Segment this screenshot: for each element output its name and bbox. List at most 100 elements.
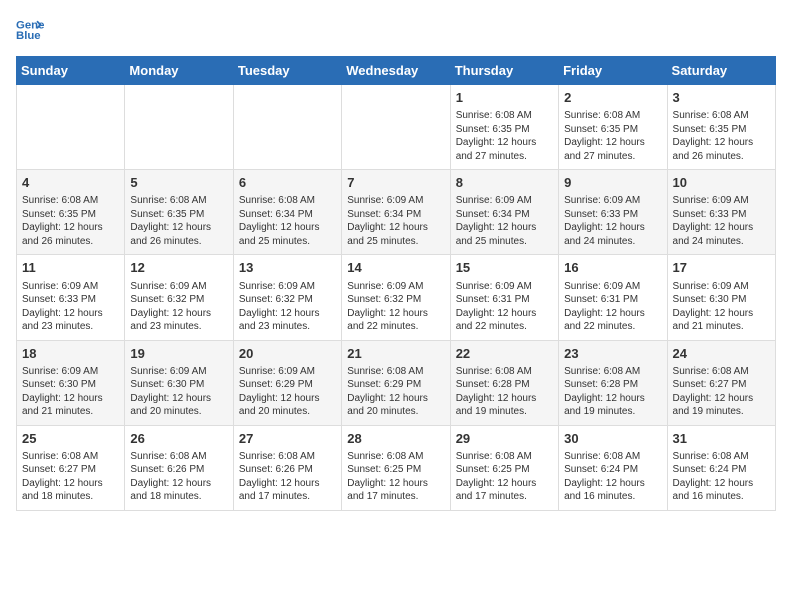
day-header-saturday: Saturday [667,57,775,85]
day-number: 4 [22,174,119,192]
day-info: Sunrise: 6:08 AM Sunset: 6:35 PM Dayligh… [456,109,553,163]
day-cell: 20Sunrise: 6:09 AM Sunset: 6:29 PM Dayli… [233,340,341,425]
day-cell: 22 Sunrise: 6:08 AM Sunset: 6:28 PM Dayli… [450,340,558,425]
week-row-2: 11 Sunrise: 6:09 AM Sunset: 6:33 PM Dayli… [17,255,776,340]
day-info: Sunrise: 6:09 AM Sunset: 6:34 PM Dayligh… [347,194,444,248]
day-number: 19 [130,345,227,363]
day-cell: 25 Sunrise: 6:08 AM Sunset: 6:27 PM Dayli… [17,425,125,510]
day-cell: 5 Sunrise: 6:08 AM Sunset: 6:35 PM Daylig… [125,170,233,255]
day-cell: 18 Sunrise: 6:09 AM Sunset: 6:30 PM Dayli… [17,340,125,425]
week-row-3: 18 Sunrise: 6:09 AM Sunset: 6:30 PM Dayli… [17,340,776,425]
day-info: Sunrise: 6:08 AM Sunset: 6:26 PM Dayligh… [130,450,227,504]
day-info: Sunrise: 6:09 AM Sunset: 6:33 PM Dayligh… [22,280,119,334]
day-cell [342,85,450,170]
day-cell: 6 Sunrise: 6:08 AM Sunset: 6:34 PM Daylig… [233,170,341,255]
day-info: Sunrise: 6:09 AM Sunset: 6:31 PM Dayligh… [564,280,661,334]
calendar-table: SundayMondayTuesdayWednesdayThursdayFrid… [16,56,776,511]
day-cell: 9 Sunrise: 6:09 AM Sunset: 6:33 PM Daylig… [559,170,667,255]
day-info: Sunrise: 6:09 AM Sunset: 6:32 PM Dayligh… [130,280,227,334]
svg-text:Blue: Blue [16,30,41,42]
day-number: 22 [456,345,553,363]
day-cell: 23 Sunrise: 6:08 AM Sunset: 6:28 PM Dayli… [559,340,667,425]
day-number: 25 [22,430,119,448]
day-cell [17,85,125,170]
day-number: 14 [347,259,444,277]
day-info: Sunrise: 6:08 AM Sunset: 6:28 PM Dayligh… [564,365,661,419]
day-number: 11 [22,259,119,277]
day-info: Sunrise: 6:09 AM Sunset: 6:30 PM Dayligh… [22,365,119,419]
day-number: 27 [239,430,336,448]
day-number: 13 [239,259,336,277]
day-cell: 21 Sunrise: 6:08 AM Sunset: 6:29 PM Dayli… [342,340,450,425]
day-number: 7 [347,174,444,192]
day-info: Sunrise: 6:08 AM Sunset: 6:35 PM Dayligh… [22,194,119,248]
day-info: Sunrise: 6:09 AM Sunset: 6:33 PM Dayligh… [673,194,770,248]
day-info: Sunrise: 6:08 AM Sunset: 6:27 PM Dayligh… [22,450,119,504]
day-number: 18 [22,345,119,363]
day-header-monday: Monday [125,57,233,85]
day-info: Sunrise: 6:08 AM Sunset: 6:35 PM Dayligh… [130,194,227,248]
day-info: Sunrise: 6:08 AM Sunset: 6:35 PM Dayligh… [673,109,770,163]
day-info: Sunrise: 6:08 AM Sunset: 6:25 PM Dayligh… [456,450,553,504]
day-cell: 24Sunrise: 6:08 AM Sunset: 6:27 PM Dayli… [667,340,775,425]
day-cell: 16 Sunrise: 6:09 AM Sunset: 6:31 PM Dayli… [559,255,667,340]
day-info: Sunrise: 6:09 AM Sunset: 6:31 PM Dayligh… [456,280,553,334]
day-info: Sunrise: 6:08 AM Sunset: 6:34 PM Dayligh… [239,194,336,248]
day-number: 28 [347,430,444,448]
day-number: 8 [456,174,553,192]
day-info: Sunrise: 6:09 AM Sunset: 6:34 PM Dayligh… [456,194,553,248]
day-header-friday: Friday [559,57,667,85]
day-cell: 30Sunrise: 6:08 AM Sunset: 6:24 PM Dayli… [559,425,667,510]
day-cell: 12 Sunrise: 6:09 AM Sunset: 6:32 PM Dayli… [125,255,233,340]
day-cell: 2Sunrise: 6:08 AM Sunset: 6:35 PM Daylig… [559,85,667,170]
logo-icon: General Blue [16,16,44,44]
day-cell: 19 Sunrise: 6:09 AM Sunset: 6:30 PM Dayli… [125,340,233,425]
day-cell: 27 Sunrise: 6:08 AM Sunset: 6:26 PM Dayli… [233,425,341,510]
day-cell: 11 Sunrise: 6:09 AM Sunset: 6:33 PM Dayli… [17,255,125,340]
day-cell: 7 Sunrise: 6:09 AM Sunset: 6:34 PM Daylig… [342,170,450,255]
day-info: Sunrise: 6:08 AM Sunset: 6:24 PM Dayligh… [673,450,770,504]
day-cell: 29Sunrise: 6:08 AM Sunset: 6:25 PM Dayli… [450,425,558,510]
day-header-thursday: Thursday [450,57,558,85]
day-info: Sunrise: 6:09 AM Sunset: 6:33 PM Dayligh… [564,194,661,248]
day-info: Sunrise: 6:08 AM Sunset: 6:28 PM Dayligh… [456,365,553,419]
day-cell: 13 Sunrise: 6:09 AM Sunset: 6:32 PM Dayli… [233,255,341,340]
week-row-4: 25 Sunrise: 6:08 AM Sunset: 6:27 PM Dayli… [17,425,776,510]
day-number: 23 [564,345,661,363]
day-header-tuesday: Tuesday [233,57,341,85]
day-info: Sunrise: 6:08 AM Sunset: 6:26 PM Dayligh… [239,450,336,504]
day-cell: 17Sunrise: 6:09 AM Sunset: 6:30 PM Dayli… [667,255,775,340]
day-cell: 28 Sunrise: 6:08 AM Sunset: 6:25 PM Dayli… [342,425,450,510]
day-number: 5 [130,174,227,192]
day-info: Sunrise: 6:09 AM Sunset: 6:32 PM Dayligh… [347,280,444,334]
day-info: Sunrise: 6:09 AM Sunset: 6:32 PM Dayligh… [239,280,336,334]
day-header-wednesday: Wednesday [342,57,450,85]
day-number: 12 [130,259,227,277]
day-info: Sunrise: 6:09 AM Sunset: 6:30 PM Dayligh… [130,365,227,419]
day-cell: 10 Sunrise: 6:09 AM Sunset: 6:33 PM Dayli… [667,170,775,255]
day-number: 1 [456,89,553,107]
day-number: 30 [564,430,661,448]
day-cell: 1 Sunrise: 6:08 AM Sunset: 6:35 PM Daylig… [450,85,558,170]
day-number: 21 [347,345,444,363]
day-cell: 4 Sunrise: 6:08 AM Sunset: 6:35 PM Daylig… [17,170,125,255]
day-header-sunday: Sunday [17,57,125,85]
day-number: 9 [564,174,661,192]
logo: General Blue [16,16,44,44]
day-cell: 3 Sunrise: 6:08 AM Sunset: 6:35 PM Daylig… [667,85,775,170]
day-number: 3 [673,89,770,107]
day-number: 16 [564,259,661,277]
day-number: 20 [239,345,336,363]
day-number: 10 [673,174,770,192]
week-row-1: 4 Sunrise: 6:08 AM Sunset: 6:35 PM Daylig… [17,170,776,255]
day-number: 6 [239,174,336,192]
day-info: Sunrise: 6:08 AM Sunset: 6:27 PM Dayligh… [673,365,770,419]
day-info: Sunrise: 6:08 AM Sunset: 6:29 PM Dayligh… [347,365,444,419]
day-number: 17 [673,259,770,277]
week-row-0: 1 Sunrise: 6:08 AM Sunset: 6:35 PM Daylig… [17,85,776,170]
day-number: 2 [564,89,661,107]
day-cell: 14 Sunrise: 6:09 AM Sunset: 6:32 PM Dayli… [342,255,450,340]
day-cell: 26Sunrise: 6:08 AM Sunset: 6:26 PM Dayli… [125,425,233,510]
header-row: SundayMondayTuesdayWednesdayThursdayFrid… [17,57,776,85]
day-info: Sunrise: 6:08 AM Sunset: 6:25 PM Dayligh… [347,450,444,504]
